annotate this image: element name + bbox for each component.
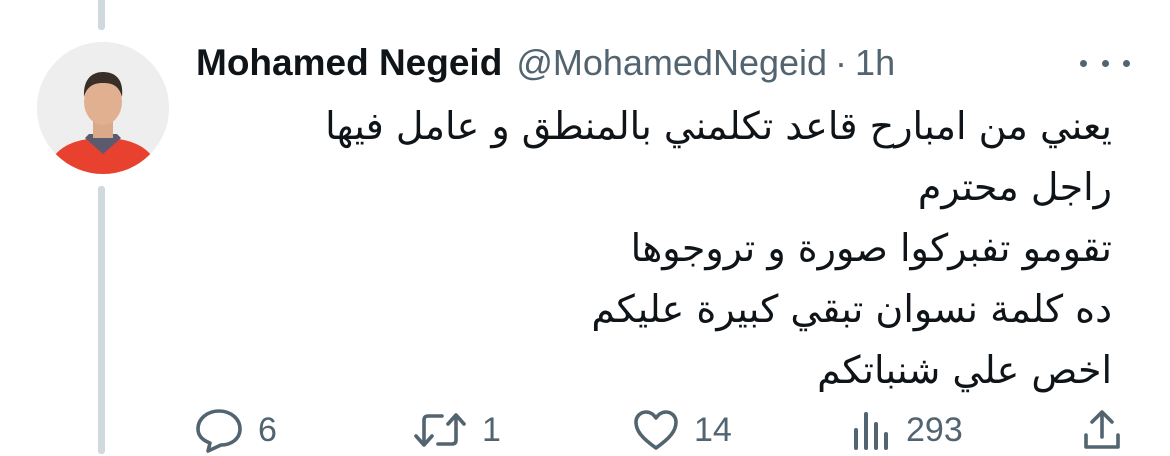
avatar[interactable]	[37, 42, 169, 174]
share-button[interactable]	[1080, 404, 1124, 456]
like-button[interactable]: 14	[632, 404, 732, 456]
separator-dot: ·	[835, 42, 848, 83]
thread-connector-bottom	[98, 186, 105, 454]
tweet-text: يعني من امبارح قاعد تكلمني بالمنطق و عام…	[212, 96, 1112, 401]
tweet-text-line: راجل محترم	[917, 165, 1112, 209]
timestamp[interactable]: 1h	[855, 42, 895, 84]
reply-icon	[194, 407, 244, 453]
more-dots-icon[interactable]	[1080, 48, 1130, 78]
retweet-button[interactable]: 1	[412, 404, 501, 456]
like-count: 14	[694, 410, 732, 449]
tweet-text-line: ده كلمة نسوان تبقي كبيرة عليكم	[591, 287, 1112, 331]
thread-connector-top	[98, 0, 105, 30]
tweet-text-line: تقومو تفبركوا صورة و تروجوها	[630, 226, 1112, 270]
retweet-icon	[412, 408, 468, 452]
share-icon	[1080, 407, 1124, 453]
heart-icon	[632, 408, 680, 452]
views-button[interactable]: 293	[848, 404, 963, 456]
tweet-text-line: يعني من امبارح قاعد تكلمني بالمنطق و عام…	[325, 104, 1112, 148]
tweet-text-line: اخص علي شنباتكم	[817, 348, 1112, 392]
reply-count: 6	[258, 410, 277, 449]
views-chart-icon	[848, 408, 892, 452]
tweet-header: Mohamed Negeid @MohamedNegeid · 1h	[196, 38, 895, 88]
retweet-count: 1	[482, 410, 501, 449]
display-name[interactable]: Mohamed Negeid	[196, 42, 502, 84]
tweet-actions: 6 1 14 293	[194, 404, 1134, 456]
user-handle[interactable]: @MohamedNegeid	[516, 42, 827, 84]
views-count: 293	[906, 410, 963, 449]
reply-button[interactable]: 6	[194, 404, 277, 456]
avatar-photo	[37, 42, 169, 174]
